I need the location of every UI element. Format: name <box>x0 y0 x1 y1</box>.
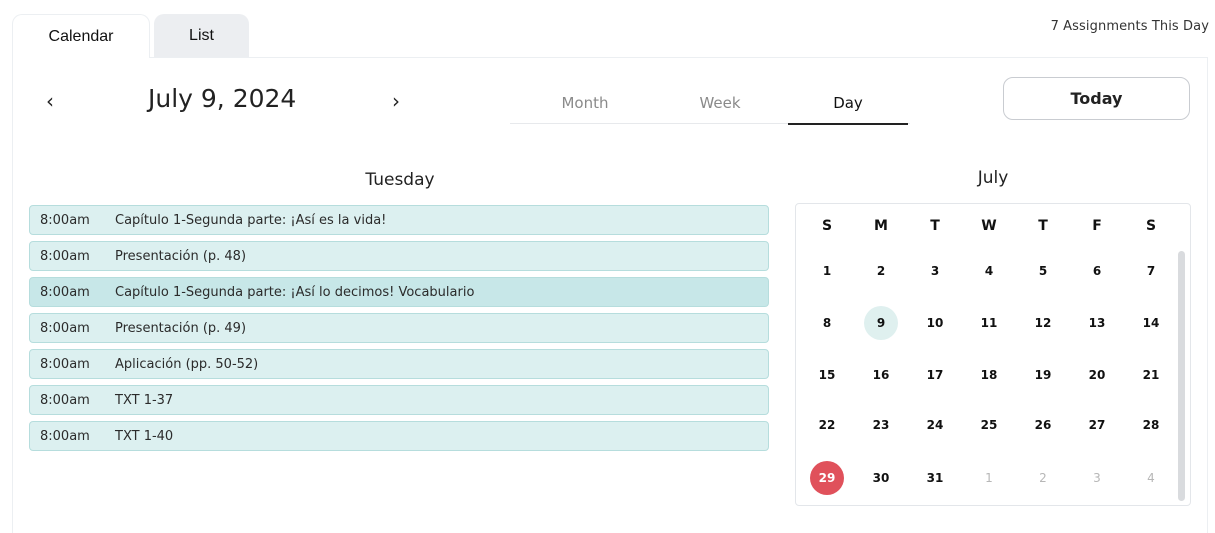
mini-calendar: S M T W T F S 1 2 3 4 5 6 7 8 9 10 11 12 13 14 15 16 17 1… <box>795 203 1191 506</box>
date-title: July 9, 2024 <box>148 84 297 113</box>
calendar-day[interactable]: 4 <box>972 254 1006 288</box>
calendar-day[interactable]: 1 <box>810 254 844 288</box>
calendar-day[interactable]: 19 <box>1026 358 1060 392</box>
event-title: TXT 1-37 <box>115 392 174 408</box>
event-time: 8:00am <box>40 392 90 408</box>
mini-calendar-month: July <box>977 168 1009 188</box>
weekday-header: S M T W T F S <box>796 212 1180 242</box>
calendar-day[interactable]: 13 <box>1080 306 1114 340</box>
event-item[interactable]: 8:00am Capítulo 1-Segunda parte: ¡Así lo … <box>29 277 769 307</box>
event-time: 8:00am <box>40 212 90 228</box>
event-item[interactable]: 8:00am TXT 1-40 <box>29 421 769 451</box>
event-item[interactable]: 8:00am TXT 1-37 <box>29 385 769 415</box>
calendar-day[interactable]: 22 <box>810 408 844 442</box>
calendar-day[interactable]: 18 <box>972 358 1006 392</box>
calendar-day[interactable]: 7 <box>1134 254 1168 288</box>
calendar-day[interactable]: 10 <box>918 306 952 340</box>
event-title: Capítulo 1-Segunda parte: ¡Así es la vid… <box>115 212 387 228</box>
calendar-day[interactable]: 31 <box>918 461 952 495</box>
calendar-day[interactable]: 25 <box>972 408 1006 442</box>
view-tab-day[interactable]: Day <box>788 82 908 125</box>
calendar-day[interactable]: 15 <box>810 358 844 392</box>
calendar-day[interactable]: 5 <box>1026 254 1060 288</box>
calendar-day[interactable]: 17 <box>918 358 952 392</box>
weekday-label: T <box>930 218 940 234</box>
calendar-day[interactable]: 12 <box>1026 306 1060 340</box>
calendar-day[interactable]: 24 <box>918 408 952 442</box>
event-item[interactable]: 8:00am Presentación (p. 49) <box>29 313 769 343</box>
calendar-day[interactable]: 6 <box>1080 254 1114 288</box>
calendar-day[interactable]: 27 <box>1080 408 1114 442</box>
event-title: TXT 1-40 <box>115 428 174 444</box>
weekday-label: F <box>1092 218 1102 234</box>
day-heading: Tuesday <box>365 170 435 190</box>
calendar-day[interactable]: 20 <box>1080 358 1114 392</box>
event-time: 8:00am <box>40 356 90 372</box>
event-time: 8:00am <box>40 284 90 300</box>
tab-calendar[interactable]: Calendar <box>12 14 150 58</box>
view-tab-week[interactable]: Week <box>670 82 770 124</box>
today-button[interactable]: Today <box>1003 77 1190 120</box>
event-time: 8:00am <box>40 320 90 336</box>
weekday-label: S <box>821 218 833 234</box>
calendar-day[interactable]: 2 <box>864 254 898 288</box>
calendar-day[interactable]: 14 <box>1134 306 1168 340</box>
event-time: 8:00am <box>40 428 90 444</box>
weekday-label: W <box>981 218 997 234</box>
calendar-day[interactable]: 28 <box>1134 408 1168 442</box>
calendar-day[interactable]: 30 <box>864 461 898 495</box>
event-title: Aplicación (pp. 50-52) <box>115 356 259 372</box>
assignment-count: 7 Assignments This Day <box>1050 19 1209 34</box>
event-item[interactable]: 8:00am Capítulo 1-Segunda parte: ¡Así es … <box>29 205 769 235</box>
weekday-label: M <box>874 218 888 234</box>
calendar-day[interactable]: 29 <box>810 461 844 495</box>
weekday-label: S <box>1145 218 1157 234</box>
calendar-day[interactable]: 21 <box>1134 358 1168 392</box>
calendar-day[interactable]: 2 <box>1026 461 1060 495</box>
calendar-day[interactable]: 3 <box>1080 461 1114 495</box>
event-list: 8:00am Capítulo 1-Segunda parte: ¡Así es … <box>29 205 769 457</box>
weekday-label: T <box>1038 218 1048 234</box>
chevron-left-icon[interactable]: ‹ <box>37 88 63 114</box>
calendar-day[interactable]: 3 <box>918 254 952 288</box>
calendar-day[interactable]: 1 <box>972 461 1006 495</box>
calendar-day[interactable]: 4 <box>1134 461 1168 495</box>
event-title: Capítulo 1-Segunda parte: ¡Así lo decimo… <box>115 284 475 300</box>
view-tab-month[interactable]: Month <box>530 82 640 124</box>
event-time: 8:00am <box>40 248 90 264</box>
event-title: Presentación (p. 49) <box>115 320 247 336</box>
calendar-day[interactable]: 26 <box>1026 408 1060 442</box>
calendar-day[interactable]: 8 <box>810 306 844 340</box>
event-item[interactable]: 8:00am Aplicación (pp. 50-52) <box>29 349 769 379</box>
calendar-day[interactable]: 9 <box>864 306 898 340</box>
calendar-day[interactable]: 23 <box>864 408 898 442</box>
calendar-day[interactable]: 16 <box>864 358 898 392</box>
calendar-scrollbar[interactable] <box>1178 251 1185 501</box>
view-switcher: Month Week Day <box>510 82 910 125</box>
calendar-day[interactable]: 11 <box>972 306 1006 340</box>
chevron-right-icon[interactable]: › <box>383 88 409 114</box>
event-title: Presentación (p. 48) <box>115 248 247 264</box>
event-item[interactable]: 8:00am Presentación (p. 48) <box>29 241 769 271</box>
tab-list[interactable]: List <box>154 14 249 58</box>
